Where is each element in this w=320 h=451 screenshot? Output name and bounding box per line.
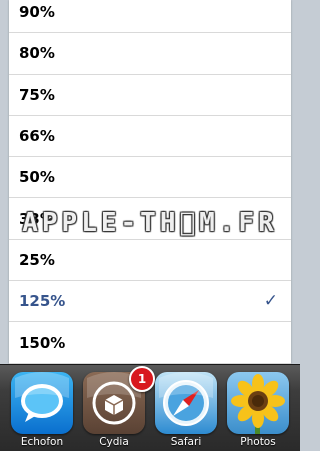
list-item-90[interactable]: 90% [9,0,291,34]
list-item-label: 125% [19,292,66,311]
zoom-percentage-list: 90% 80% 75% 66% 50% 33% 25% 125% ✓ 150% [9,0,291,364]
list-item-75[interactable]: 75% [9,75,291,116]
echofon-speech-bubble-icon [11,372,73,434]
dock: Echofon 1 Cydia Safari Photos [0,364,300,451]
list-item-label: 25% [19,250,55,269]
safari-compass-icon [155,372,217,434]
list-item-label: 33% [19,209,55,228]
list-item-label: 80% [19,44,55,63]
dock-app-echofon[interactable]: Echofon [9,372,75,448]
list-item-label: 50% [19,168,55,187]
dock-app-label: Echofon [20,436,64,448]
list-item-66[interactable]: 66% [9,116,291,158]
list-item-label: 90% [19,3,55,22]
list-item-label: 150% [19,333,66,352]
list-item-125[interactable]: 125% ✓ [9,281,291,323]
list-item-150[interactable]: 150% [9,322,291,364]
dock-app-safari[interactable]: Safari [153,372,219,448]
dock-app-label: Photos [240,436,276,448]
dock-app-label: Cydia [99,436,129,448]
list-item-33[interactable]: 33% [9,198,291,240]
notification-badge: 1 [129,366,155,392]
list-item-label: 75% [19,85,55,104]
list-item-80[interactable]: 80% [9,33,291,75]
dock-app-photos[interactable]: Photos [225,372,291,448]
sunflower-icon [227,372,289,434]
dock-app-cydia[interactable]: 1 Cydia [81,366,155,448]
checkmark-icon: ✓ [263,291,278,312]
list-item-25[interactable]: 25% [9,240,291,282]
list-item-label: 66% [19,127,55,146]
list-item-50[interactable]: 50% [9,157,291,199]
dock-app-label: Safari [170,436,202,448]
